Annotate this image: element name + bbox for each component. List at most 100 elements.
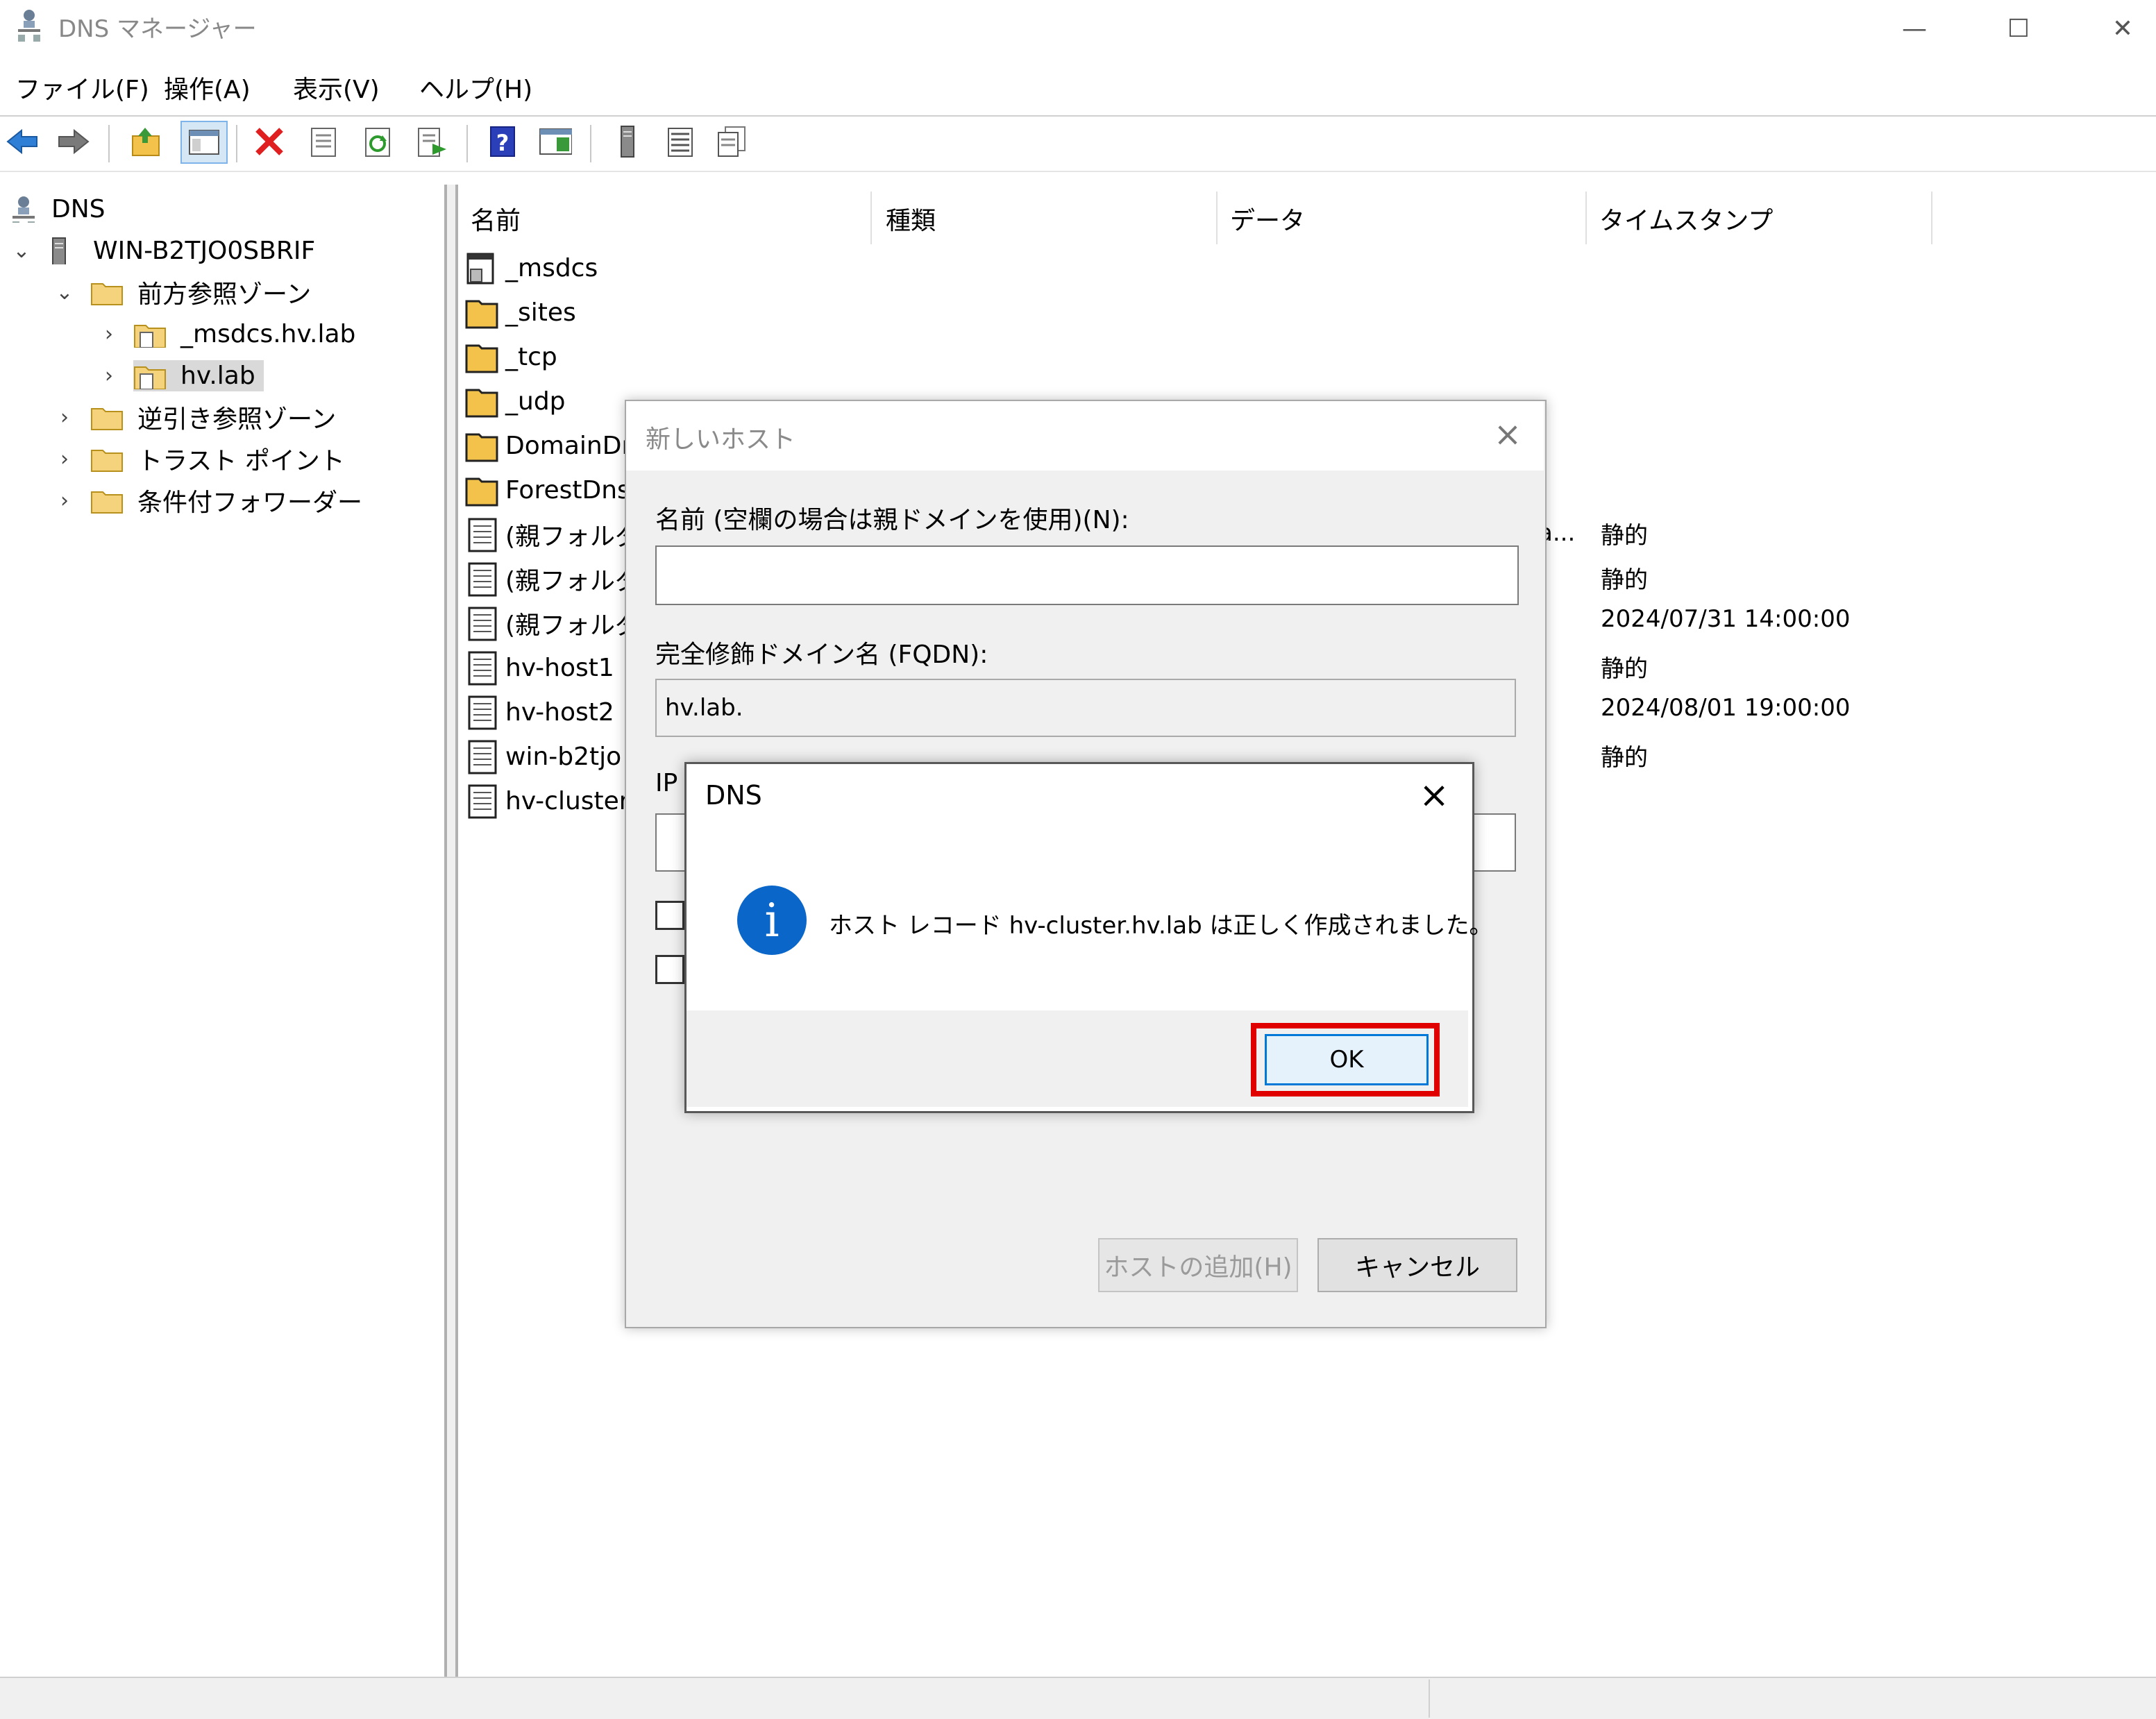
chevron-down-icon[interactable]: ⌄: [53, 280, 76, 305]
up-folder-icon[interactable]: [129, 125, 162, 158]
list-item[interactable]: DomainDı: [465, 423, 628, 468]
list-item[interactable]: (親フォルダ: [465, 557, 640, 601]
record-icon: [468, 607, 497, 641]
column-divider[interactable]: [1585, 192, 1587, 244]
record-icon: [468, 651, 497, 686]
folder-icon: [91, 408, 123, 430]
add-host-button[interactable]: ホストの追加(H): [1098, 1238, 1298, 1292]
record-timestamp: 2024/08/01 19:00:00: [1601, 694, 1851, 722]
record-icon: [468, 784, 497, 819]
list-item[interactable]: win-b2tjo: [465, 734, 621, 779]
record-name: (親フォルダ: [505, 611, 641, 640]
host-name-input[interactable]: [655, 545, 1519, 605]
ok-button[interactable]: OK: [1265, 1034, 1429, 1085]
list-item[interactable]: _udp: [465, 379, 566, 423]
folder-icon: [91, 491, 123, 514]
tree-item-hvlab-zone[interactable]: › hv.lab: [97, 355, 264, 396]
tree-item-trust-points[interactable]: › トラスト ポイント: [53, 439, 349, 479]
status-bar: [0, 1677, 2156, 1719]
tree-label-server: WIN-B2TJO0SBRIF: [93, 236, 316, 265]
chevron-down-icon[interactable]: ⌄: [10, 239, 33, 263]
column-header-timestamp[interactable]: タイムスタンプ: [1599, 194, 1773, 243]
chevron-right-icon[interactable]: ›: [53, 489, 76, 513]
tree-label-conditional-forwarders: 条件付フォワーダー: [137, 489, 363, 517]
close-button[interactable]: ✕: [2095, 7, 2150, 51]
list-item[interactable]: ForestDns: [465, 468, 630, 512]
menu-file[interactable]: ファイル(F): [15, 69, 149, 105]
close-icon[interactable]: ×: [1412, 773, 1456, 818]
record-name: _udp: [505, 387, 566, 416]
tree-item-dns[interactable]: DNS: [10, 189, 110, 229]
list-item[interactable]: (親フォルダ: [465, 601, 640, 645]
help-icon[interactable]: ?: [486, 125, 519, 158]
record-name: hv-host2: [505, 697, 614, 727]
dns-app-icon: [18, 10, 40, 42]
record-name: hv-cluster: [505, 786, 630, 815]
list-records-icon[interactable]: [664, 125, 697, 158]
refresh-icon[interactable]: [361, 125, 394, 158]
tree-item-forward-zones[interactable]: ⌄ 前方参照ゾーン: [53, 272, 315, 312]
column-header-type[interactable]: 種類: [886, 194, 936, 243]
column-divider[interactable]: [1216, 192, 1218, 244]
tree-label-trust-points: トラスト ポイント: [137, 447, 345, 475]
toolbar-divider: [0, 171, 2156, 172]
maximize-button[interactable]: ☐: [1991, 7, 2046, 51]
folder-icon: [91, 283, 123, 305]
column-header-data[interactable]: データ: [1230, 194, 1305, 243]
properties-icon[interactable]: [307, 125, 340, 158]
chevron-right-icon[interactable]: ›: [97, 364, 121, 388]
create-ptr-checkbox[interactable]: [655, 901, 684, 930]
record-name: ForestDns: [505, 475, 630, 505]
pane-splitter[interactable]: [447, 185, 455, 1677]
column-header-name[interactable]: 名前: [471, 194, 521, 243]
list-item[interactable]: hv-host1: [465, 645, 614, 690]
info-icon: i: [737, 886, 807, 955]
export-list-icon[interactable]: [415, 125, 448, 158]
close-icon[interactable]: ×: [1485, 412, 1530, 457]
allow-update-checkbox[interactable]: [655, 955, 684, 984]
chevron-right-icon[interactable]: ›: [53, 405, 76, 430]
menu-divider: [0, 115, 2156, 117]
column-divider[interactable]: [870, 192, 872, 244]
host-name-label: 名前 (空欄の場合は親ドメインを使用)(N):: [655, 506, 1129, 534]
record-name: _sites: [505, 298, 576, 327]
record-name: (親フォルダ: [505, 523, 641, 551]
toolbar-separator: [466, 125, 468, 162]
cancel-button[interactable]: キャンセル: [1317, 1238, 1517, 1292]
chevron-right-icon[interactable]: ›: [53, 447, 76, 471]
column-divider[interactable]: [1931, 192, 1932, 244]
forward-icon[interactable]: [57, 125, 90, 158]
menu-help[interactable]: ヘルプ(H): [419, 69, 532, 105]
zone-delegation-icon: [466, 253, 494, 285]
list-item[interactable]: _tcp: [465, 335, 557, 379]
folder-icon: [465, 344, 498, 373]
list-item[interactable]: _sites: [465, 290, 576, 335]
console-view-icon[interactable]: [539, 125, 572, 158]
server-icon[interactable]: [611, 125, 644, 158]
tree-item-msdcs-zone[interactable]: › _msdcs.hv.lab: [97, 314, 360, 354]
record-icon: [468, 695, 497, 730]
toolbar-separator: [108, 125, 110, 162]
new-host-dialog-title: 新しいホスト: [646, 425, 796, 454]
show-hide-tree-icon[interactable]: [180, 121, 228, 164]
list-item[interactable]: hv-cluster: [465, 779, 630, 823]
title-bar: [0, 0, 2156, 58]
delete-icon[interactable]: [253, 125, 286, 158]
list-item[interactable]: hv-host2: [465, 690, 614, 734]
record-timestamp: 2024/07/31 14:00:00: [1601, 605, 1851, 633]
tree-item-reverse-zones[interactable]: › 逆引き参照ゾーン: [53, 397, 340, 437]
record-icon: [468, 562, 497, 597]
menu-action[interactable]: 操作(A): [164, 69, 251, 105]
list-item[interactable]: (親フォルダ: [465, 512, 640, 557]
minimize-button[interactable]: —: [1887, 7, 1942, 51]
list-item[interactable]: _msdcs: [465, 246, 598, 290]
status-divider: [1429, 1679, 1430, 1718]
back-icon[interactable]: [6, 125, 39, 158]
chevron-right-icon[interactable]: ›: [97, 322, 121, 346]
copy-records-icon[interactable]: [715, 125, 748, 158]
menu-view[interactable]: 表示(V): [293, 69, 380, 105]
record-timestamp: 静的: [1601, 744, 1648, 772]
tree-item-conditional-forwarders[interactable]: › 条件付フォワーダー: [53, 480, 367, 520]
folder-icon: [465, 389, 498, 418]
tree-item-server[interactable]: ⌄ WIN-B2TJO0SBRIF: [10, 230, 319, 271]
